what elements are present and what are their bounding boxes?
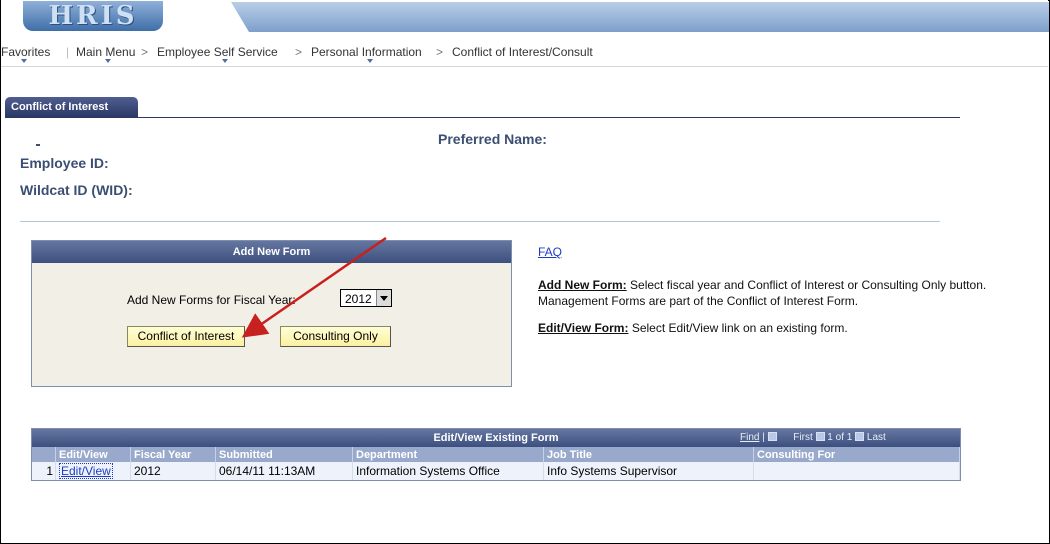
row-number-header — [32, 447, 56, 462]
column-header-department: Department — [352, 447, 544, 462]
grid-first-label[interactable]: First — [793, 432, 812, 443]
consulting-only-button[interactable]: Consulting Only — [280, 326, 391, 347]
fiscal-year-cell: 2012 — [130, 462, 216, 480]
employee-id-label: Employee ID: — [20, 155, 109, 171]
personal-info-dropdown-icon — [367, 59, 373, 63]
view-all-icon[interactable] — [767, 432, 777, 441]
column-header-submitted: Submitted — [215, 447, 353, 462]
add-new-form-title: Add New Form — [32, 241, 511, 263]
breadcrumb-employee-self-service[interactable]: Employee Self Service — [157, 45, 278, 59]
breadcrumb-separator: > — [436, 45, 444, 59]
grid-navigation: Find | First 1 of 1 Last — [740, 432, 886, 443]
submitted-cell: 06/14/11 11:13AM — [215, 462, 353, 480]
header-decorative-bar — [231, 2, 1049, 32]
consulting-for-cell — [753, 462, 960, 480]
wildcat-id-label: Wildcat ID (WID): — [20, 182, 133, 198]
breadcrumb-separator: > — [295, 45, 303, 59]
job-title-cell: Info Systems Supervisor — [543, 462, 754, 480]
tab-underline — [5, 117, 960, 118]
edit-view-cell: Edit/View — [55, 462, 131, 480]
breadcrumb-separator: > — [141, 45, 149, 59]
column-header-edit-view: Edit/View — [55, 447, 131, 462]
faq-link[interactable]: FAQ — [538, 245, 562, 259]
conflict-of-interest-button[interactable]: Conflict of Interest — [127, 326, 245, 347]
preferred-name-label: Preferred Name: — [438, 131, 547, 147]
grid-title-bar: Edit/View Existing Form Find | First 1 o… — [32, 429, 960, 447]
grid-find-link[interactable]: Find — [740, 432, 759, 443]
breadcrumb-favorites[interactable]: Favorites — [1, 45, 50, 59]
column-header-fiscal-year: Fiscal Year — [130, 447, 216, 462]
breadcrumb-current: Conflict of Interest/Consult — [452, 45, 593, 59]
edit-view-link[interactable]: Edit/View — [59, 463, 113, 479]
breadcrumb: Favorites | Main Menu > Employee Self Se… — [1, 36, 1048, 67]
column-header-consulting-for: Consulting For — [753, 447, 960, 462]
column-header-job-title: Job Title — [543, 447, 754, 462]
tab-conflict-of-interest[interactable]: Conflict of Interest — [5, 97, 138, 117]
ess-dropdown-icon — [222, 59, 228, 63]
header-band: HRIS — [1, 0, 1049, 34]
fiscal-year-value: 2012 — [345, 292, 372, 306]
section-divider — [20, 221, 940, 222]
breadcrumb-main-menu[interactable]: Main Menu — [76, 45, 135, 59]
hris-logo: HRIS — [23, 1, 163, 31]
table-row: 1 Edit/View 2012 06/14/11 11:13AM Inform… — [32, 462, 960, 480]
help-edit-text: Select Edit/View link on an existing for… — [631, 321, 848, 335]
existing-forms-grid: Edit/View Existing Form Find | First 1 o… — [31, 428, 961, 481]
grid-range: 1 of 1 — [827, 432, 853, 443]
chevron-down-icon[interactable] — [376, 290, 391, 306]
add-new-form-panel: Add New Form Add New Forms for Fiscal Ye… — [31, 240, 512, 387]
help-add-title: Add New Form: — [538, 278, 627, 292]
next-icon[interactable] — [855, 432, 865, 441]
fiscal-year-label: Add New Forms for Fiscal Year: — [127, 293, 296, 307]
grid-last-label[interactable]: Last — [867, 432, 886, 443]
row-number: 1 — [32, 462, 56, 480]
help-edit-view-form: Edit/View Form: Select Edit/View link on… — [538, 320, 1008, 336]
help-add-new-form: Add New Form: Select fiscal year and Con… — [538, 277, 1008, 309]
fiscal-year-select[interactable]: 2012 — [340, 289, 392, 307]
favorites-dropdown-icon — [21, 59, 27, 63]
department-cell: Information Systems Office — [352, 462, 544, 480]
breadcrumb-divider: | — [66, 45, 70, 59]
help-edit-title: Edit/View Form: — [538, 321, 629, 335]
main-menu-dropdown-icon — [105, 59, 111, 63]
name-fragment — [36, 144, 40, 146]
previous-icon[interactable] — [815, 432, 825, 441]
existing-forms-table: Edit/View Fiscal Year Submitted Departme… — [32, 447, 960, 480]
breadcrumb-personal-information[interactable]: Personal Information — [311, 45, 422, 59]
